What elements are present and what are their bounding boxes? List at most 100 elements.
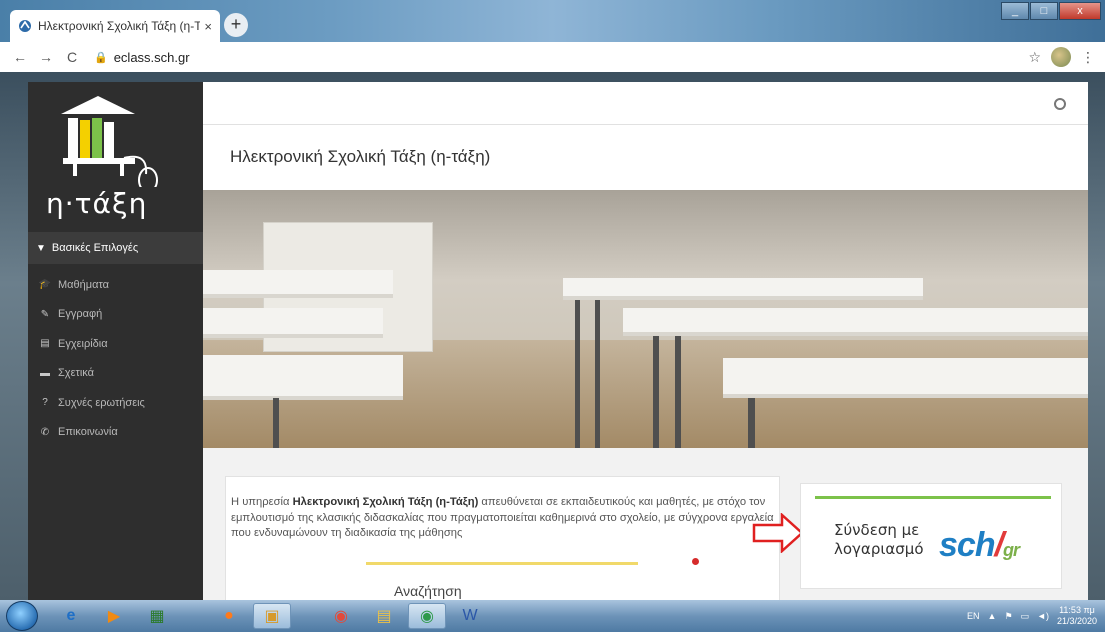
- graduation-cap-icon: 🎓: [38, 279, 52, 291]
- hero-desk-leg: [273, 398, 279, 448]
- chrome-icon[interactable]: ◉: [322, 603, 360, 629]
- question-icon: ?: [42, 397, 48, 409]
- chrome-active-icon[interactable]: ◉: [408, 603, 446, 629]
- reload-button[interactable]: C: [62, 49, 82, 65]
- sidebar: η·τάξη ▼ Βασικές Επιλογές 🎓 Μαθήματα ✎ Ε…: [28, 82, 203, 602]
- firefox-icon[interactable]: ●: [210, 603, 248, 629]
- login-label-line2: λογαριασμό: [834, 540, 924, 558]
- file-manager-icon[interactable]: ▤: [365, 603, 403, 629]
- hero-desk-leg: [653, 336, 659, 448]
- sidebar-item-register[interactable]: ✎ Εγγραφή: [28, 300, 203, 330]
- login-label-line1: Σύνδεση με: [834, 521, 920, 539]
- classroom-hero-image: [203, 190, 1088, 448]
- window-close-button[interactable]: x: [1059, 2, 1101, 20]
- sidebar-item-courses[interactable]: 🎓 Μαθήματα: [28, 270, 203, 300]
- lock-icon: 🔒: [94, 51, 108, 64]
- url-text: eclass.sch.gr: [113, 49, 190, 65]
- phone-icon: ✆: [40, 426, 50, 438]
- browser-tab[interactable]: Ηλεκτρονική Σχολική Τάξη (η-Τά ×: [10, 10, 220, 42]
- minimize-button[interactable]: _: [1001, 2, 1029, 20]
- sidebar-item-label: Μαθήματα: [58, 278, 110, 291]
- explorer-window-icon[interactable]: ▣: [253, 603, 291, 629]
- forward-button[interactable]: →: [36, 49, 56, 65]
- back-button[interactable]: ←: [10, 49, 30, 65]
- new-tab-button[interactable]: +: [224, 13, 248, 37]
- logo-text: η·τάξη: [46, 187, 148, 220]
- hero-desk-leg: [675, 336, 681, 448]
- edit-icon: ✎: [40, 308, 50, 320]
- address-bar[interactable]: 🔒 eclass.sch.gr: [94, 50, 190, 65]
- site-favicon-icon: [19, 20, 31, 32]
- spreadsheet-icon[interactable]: ▦: [138, 603, 176, 629]
- language-indicator[interactable]: EN: [967, 611, 980, 621]
- red-arrow-icon: [752, 513, 804, 553]
- word-icon[interactable]: W: [451, 603, 489, 629]
- system-tray: EN ▲ ⚑ ▭ ◄) 11:53 πμ 21/3/2020: [967, 600, 1097, 632]
- browser-toolbar: ← → C 🔒 eclass.sch.gr ☆ ⋮: [0, 42, 1105, 72]
- hero-desk-leg: [595, 300, 600, 448]
- intro-bold: Ηλεκτρονική Σχολική Τάξη (η-Τάξη): [292, 496, 479, 508]
- red-dot-marker: [692, 558, 699, 565]
- sidebar-item-label: Συχνές ερωτήσεις: [58, 396, 145, 409]
- sidebar-item-contact[interactable]: ✆ Επικοινωνία: [28, 418, 203, 448]
- main-content: Ηλεκτρονική Σχολική Τάξη (η-τάξη) Η υπηρ…: [203, 82, 1088, 606]
- clock-date: 21/3/2020: [1056, 616, 1097, 626]
- browser-tab-bar: Ηλεκτρονική Σχολική Τάξη (η-Τά × + _ □ x: [0, 0, 1105, 42]
- sidebar-menu: 🎓 Μαθήματα ✎ Εγγραφή ▤ Εγχειρίδια ▬ Σχετ…: [28, 270, 203, 447]
- hero-desk: [623, 308, 1088, 336]
- lower-section: Η υπηρεσία Ηλεκτρονική Σχολική Τάξη (η-Τ…: [203, 448, 1088, 606]
- windows-taskbar: e ▶ ▦ ● ▣ ◉ ▤ ◉ W EN ▲ ⚑ ▭ ◄) 11:53 πμ 2…: [0, 600, 1105, 632]
- flag-icon[interactable]: ⚑: [1004, 611, 1012, 622]
- chevron-down-icon: ▼: [36, 242, 46, 254]
- intro-divider: [366, 562, 638, 565]
- sidebar-item-faq[interactable]: ? Συχνές ερωτήσεις: [28, 388, 203, 418]
- tab-close-icon[interactable]: ×: [204, 19, 212, 34]
- hero-desk: [563, 278, 923, 300]
- sidebar-section-title: Βασικές Επιλογές: [51, 242, 139, 254]
- sidebar-item-label: Εγγραφή: [58, 308, 103, 321]
- sidebar-item-label: Σχετικά: [58, 367, 94, 380]
- clock-time: 11:53 πμ: [1059, 605, 1095, 615]
- sch-logo-slash: /: [994, 526, 1005, 564]
- search-heading: Αναζήτηση: [394, 583, 462, 599]
- hero-desk-leg: [748, 398, 755, 448]
- hero-desk: [203, 355, 403, 400]
- media-player-icon[interactable]: ▶: [95, 603, 133, 629]
- page-background: η·τάξη ▼ Βασικές Επιλογές 🎓 Μαθήματα ✎ Ε…: [0, 72, 1105, 606]
- sch-logo-text: sch: [939, 526, 996, 564]
- sch-logo: sch/gr: [939, 526, 1020, 565]
- sch-login-card[interactable]: Σύνδεση με λογαριασμό sch/gr: [800, 483, 1062, 589]
- card-icon: ▬: [40, 367, 50, 379]
- maximize-button[interactable]: □: [1030, 2, 1058, 20]
- sidebar-section-header[interactable]: ▼ Βασικές Επιλογές: [28, 232, 203, 264]
- sidebar-item-label: Εγχειρίδια: [58, 337, 108, 350]
- bookmark-star-icon[interactable]: ☆: [1028, 49, 1041, 66]
- language-globe-icon[interactable]: [1054, 98, 1066, 110]
- hero-desk: [723, 358, 1088, 398]
- school-building-icon: [61, 96, 158, 193]
- sidebar-item-about[interactable]: ▬ Σχετικά: [28, 359, 203, 389]
- file-icon: ▤: [40, 338, 50, 350]
- hero-desk-leg: [575, 300, 580, 448]
- clock[interactable]: 11:53 πμ 21/3/2020: [1057, 605, 1097, 627]
- login-label: Σύνδεση με λογαριασμό: [834, 521, 924, 559]
- top-strip: [203, 82, 1088, 125]
- browser-menu-icon[interactable]: ⋮: [1081, 49, 1095, 66]
- intro-text: Η υπηρεσία Ηλεκτρονική Σχολική Τάξη (η-Τ…: [231, 495, 779, 542]
- tray-expand-icon[interactable]: ▲: [988, 611, 997, 621]
- toolbar-right: ☆ ⋮: [1028, 47, 1095, 67]
- network-icon[interactable]: ▭: [1021, 611, 1030, 622]
- start-button[interactable]: [6, 601, 38, 631]
- intro-card: Η υπηρεσία Ηλεκτρονική Σχολική Τάξη (η-Τ…: [225, 476, 780, 606]
- tab-title: Ηλεκτρονική Σχολική Τάξη (η-Τά: [38, 19, 201, 33]
- sch-logo-gr: gr: [1003, 540, 1020, 560]
- volume-icon[interactable]: ◄): [1037, 611, 1049, 621]
- window-controls: _ □ x: [1000, 2, 1101, 20]
- intro-prefix: Η υπηρεσία: [231, 496, 293, 508]
- site-logo[interactable]: η·τάξη: [28, 82, 203, 227]
- internet-explorer-icon[interactable]: e: [52, 603, 90, 629]
- page-title-bar: Ηλεκτρονική Σχολική Τάξη (η-τάξη): [203, 125, 1088, 190]
- profile-avatar[interactable]: [1051, 47, 1071, 67]
- sidebar-item-manuals[interactable]: ▤ Εγχειρίδια: [28, 329, 203, 359]
- hero-desk: [203, 270, 393, 298]
